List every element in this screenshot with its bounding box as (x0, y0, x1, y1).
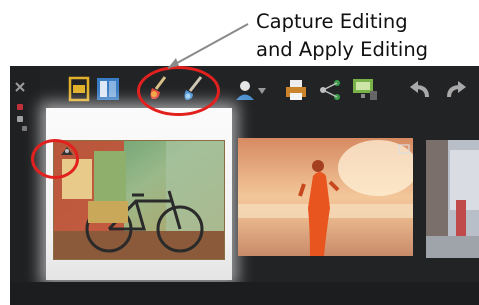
sidebar-marker-icon[interactable] (17, 104, 23, 110)
street-photo (426, 140, 479, 258)
sidebar-marker-icon[interactable] (22, 126, 27, 131)
badge-highlight-ellipse (31, 139, 79, 179)
undo-icon[interactable] (407, 79, 431, 101)
annotation-callout: Capture Editing and Apply Editing (256, 8, 479, 64)
compare-view-icon[interactable] (96, 77, 120, 101)
left-sidebar (10, 66, 40, 305)
dropdown-arrow-icon[interactable] (258, 88, 266, 94)
bicycle-photo (54, 141, 224, 259)
annotation-line-1: Capture Editing (256, 10, 408, 33)
thumbnail-street[interactable] (426, 140, 479, 258)
sunset-beach-photo (238, 138, 413, 256)
filmstrip-bottom-bar (10, 282, 479, 305)
print-icon[interactable] (284, 78, 308, 102)
close-icon[interactable] (13, 80, 27, 94)
share-icon[interactable] (318, 79, 342, 101)
sidebar-marker-icon[interactable] (17, 116, 23, 122)
person-icon[interactable] (234, 78, 256, 102)
edited-badge-icon (398, 144, 410, 154)
monitor-icon[interactable] (350, 77, 378, 101)
thumbnail-sunset-beach[interactable] (238, 138, 413, 256)
single-view-icon[interactable] (68, 76, 90, 102)
toolbar-highlight-ellipse (137, 66, 220, 116)
redo-icon[interactable] (445, 79, 469, 101)
annotation-line-2: and Apply Editing (256, 38, 429, 61)
